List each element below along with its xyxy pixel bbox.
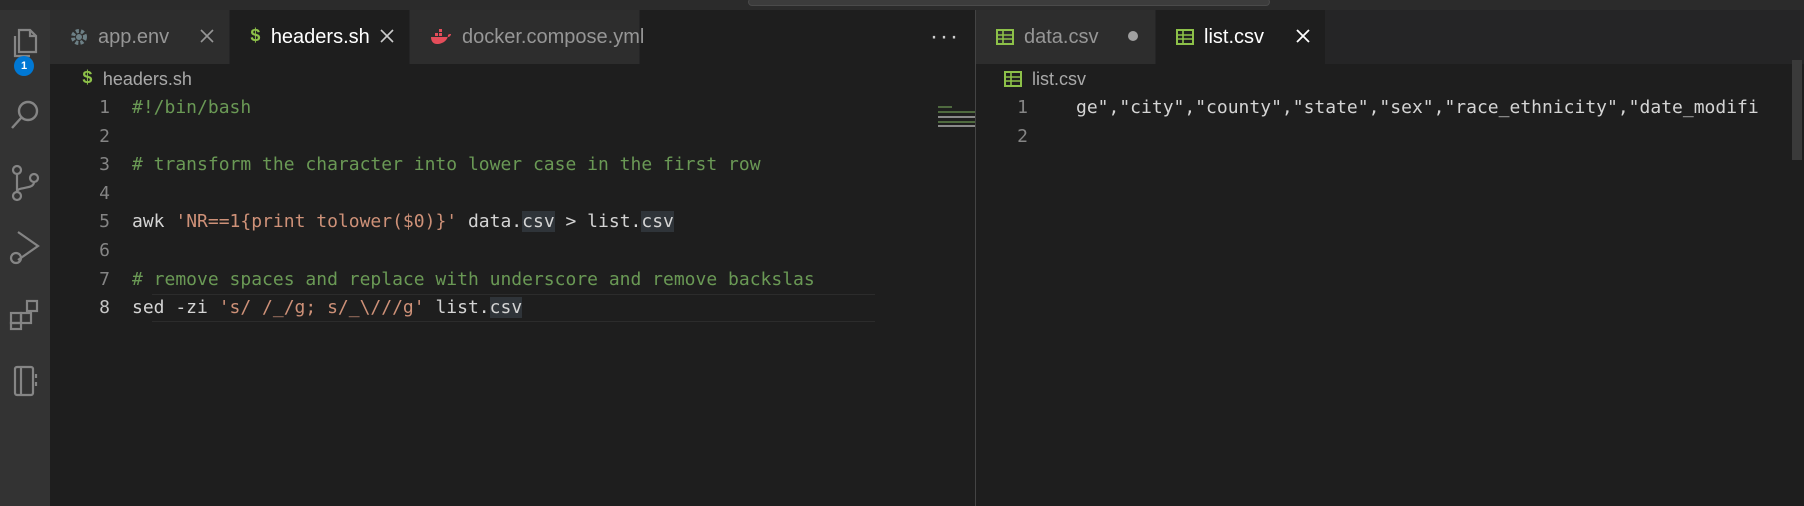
line-number: 2 bbox=[1017, 126, 1028, 147]
tab-docker-compose[interactable]: docker.compose.yml bbox=[410, 10, 644, 64]
breadcrumb-file[interactable]: headers.sh bbox=[103, 69, 192, 90]
extensions-icon[interactable] bbox=[0, 290, 50, 340]
code-token: csv bbox=[489, 297, 523, 318]
code-editor-right[interactable]: 1 ge","city","county","state","sex","race… bbox=[976, 94, 1790, 194]
tab-bar-left: app.env $ headers.sh docker.compose.yml bbox=[50, 10, 644, 64]
editor-group-left: app.env $ headers.sh docker.compose.yml … bbox=[50, 10, 1026, 506]
tab-label: docker.compose.yml bbox=[462, 25, 645, 48]
code-token: csv bbox=[641, 211, 674, 232]
more-actions-button[interactable]: ··· bbox=[930, 10, 960, 64]
line-number: 5 bbox=[99, 211, 110, 232]
breadcrumb-file[interactable]: list.csv bbox=[1032, 69, 1086, 90]
command-center[interactable] bbox=[748, 0, 1270, 6]
close-icon[interactable] bbox=[197, 26, 217, 46]
gear-icon bbox=[70, 28, 88, 46]
line-number: 1 bbox=[1017, 97, 1028, 118]
table-icon bbox=[1176, 29, 1194, 45]
tab-label: data.csv bbox=[1024, 25, 1099, 48]
code-line[interactable]: # transform the character into lower cas… bbox=[132, 151, 761, 179]
code-line[interactable]: sed -zi 's/ /_/g; s/_\///g' list.csv bbox=[132, 294, 523, 322]
code-token: # remove spaces and replace with undersc… bbox=[132, 269, 815, 290]
tab-headers-sh[interactable]: $ headers.sh bbox=[230, 10, 410, 64]
code-token: # transform the character into lower cas… bbox=[132, 154, 761, 175]
code-token: awk bbox=[132, 211, 176, 232]
explorer-badge: 1 bbox=[14, 56, 34, 76]
code-token: list. bbox=[424, 297, 490, 318]
notebook-icon[interactable] bbox=[0, 356, 50, 406]
explorer-icon[interactable]: 1 bbox=[0, 18, 50, 76]
scrollbar[interactable] bbox=[1792, 60, 1802, 160]
table-icon bbox=[996, 29, 1014, 45]
docker-icon bbox=[430, 29, 452, 45]
code-line[interactable]: # remove spaces and replace with undersc… bbox=[132, 266, 815, 294]
table-icon bbox=[1004, 71, 1022, 87]
source-control-icon[interactable] bbox=[0, 158, 50, 208]
code-token: 'NR==1{print tolower($0)}' bbox=[175, 211, 458, 232]
code-token: #!/bin/bash bbox=[132, 97, 252, 118]
tab-list-csv[interactable]: list.csv bbox=[1156, 10, 1326, 64]
line-number: 8 bbox=[99, 297, 110, 318]
code-line[interactable]: ge","city","county","state","sex","race_… bbox=[1076, 94, 1759, 122]
close-icon[interactable] bbox=[1293, 26, 1313, 46]
line-number: 1 bbox=[99, 97, 110, 118]
run-debug-icon[interactable] bbox=[0, 222, 50, 272]
code-token: 's/ /_/g; s/_\///g' bbox=[218, 297, 425, 318]
tab-bar-right: data.csv list.csv bbox=[976, 10, 1804, 64]
code-token: csv bbox=[522, 211, 555, 232]
tab-label: list.csv bbox=[1204, 25, 1264, 48]
tab-label: headers.sh bbox=[270, 25, 370, 48]
code-token: > list. bbox=[554, 211, 642, 232]
dollar-icon: $ bbox=[250, 27, 261, 47]
activity-bar: 1 bbox=[0, 10, 50, 506]
line-number: 7 bbox=[99, 269, 110, 290]
tab-label: app.env bbox=[98, 25, 170, 48]
unsaved-dot-icon[interactable] bbox=[1123, 26, 1143, 46]
breadcrumb[interactable]: list.csv bbox=[1004, 64, 1086, 94]
tab-data-csv[interactable]: data.csv bbox=[976, 10, 1156, 64]
code-token: data. bbox=[457, 211, 523, 232]
line-number: 2 bbox=[99, 126, 110, 147]
line-number: 6 bbox=[99, 240, 110, 261]
dollar-icon: $ bbox=[82, 69, 93, 89]
close-icon[interactable] bbox=[377, 26, 397, 46]
line-number: 3 bbox=[99, 154, 110, 175]
code-line[interactable]: #!/bin/bash bbox=[132, 94, 251, 122]
code-line[interactable]: awk 'NR==1{print tolower($0)}' data.csv … bbox=[132, 208, 674, 236]
breadcrumb[interactable]: $ headers.sh bbox=[82, 64, 192, 94]
tab-app-env[interactable]: app.env bbox=[50, 10, 230, 64]
search-icon[interactable] bbox=[0, 90, 50, 140]
code-token: sed -zi bbox=[132, 297, 219, 318]
editor-group-right: data.csv list.csv list.csv 1 ge","city","… bbox=[976, 10, 1804, 506]
title-bar bbox=[0, 0, 1804, 10]
line-number: 4 bbox=[99, 183, 110, 204]
